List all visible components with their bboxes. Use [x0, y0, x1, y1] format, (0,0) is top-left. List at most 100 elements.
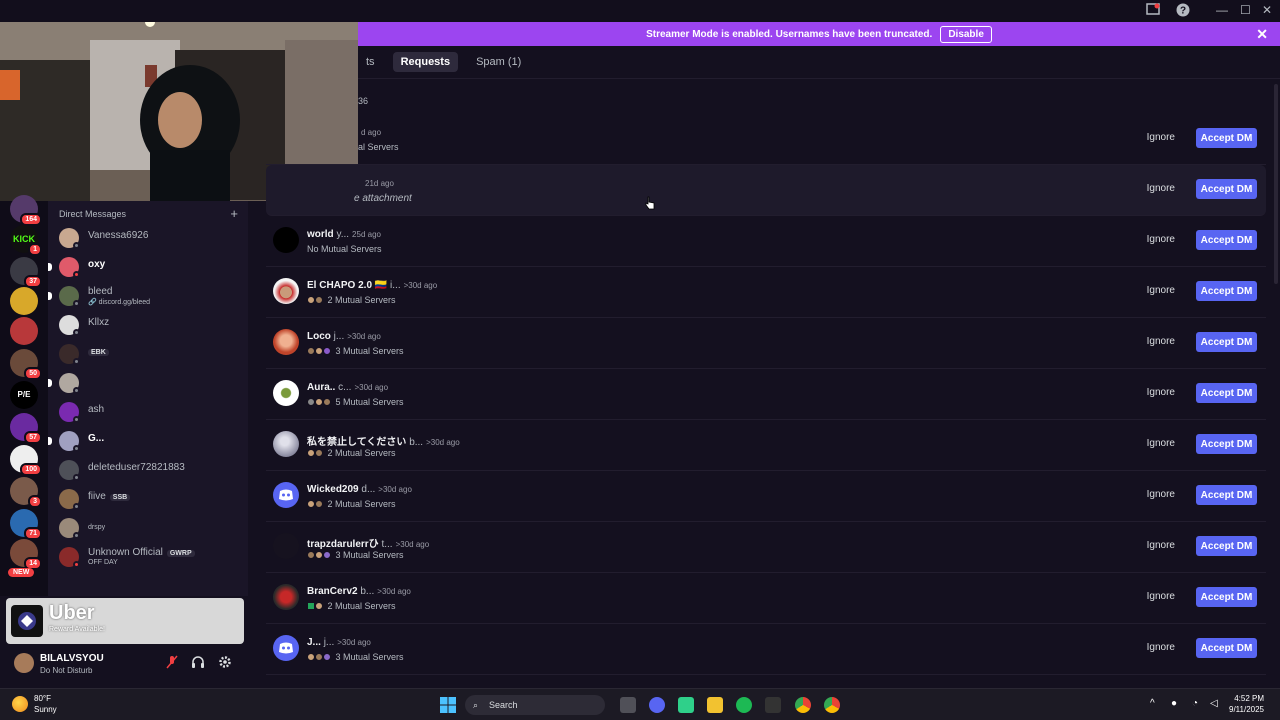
scrollbar[interactable]: [1274, 84, 1278, 284]
settings-gear-icon[interactable]: [217, 655, 233, 671]
request-age: >30d ago: [377, 587, 411, 596]
app-icon[interactable]: [765, 697, 781, 713]
server-icon[interactable]: 3: [10, 477, 42, 508]
request-row[interactable]: Wicked209 d... >30d ago 2 Mutual Servers …: [266, 471, 1266, 522]
spotify-icon[interactable]: [736, 697, 752, 713]
request-row[interactable]: BranCerv2 b... >30d ago 2 Mutual Servers …: [266, 573, 1266, 624]
chevron-up-icon[interactable]: ^: [1150, 698, 1155, 709]
dm-item[interactable]: fiive SSB: [59, 486, 239, 512]
avatar[interactable]: [14, 653, 34, 673]
accept-dm-button[interactable]: Accept DM: [1196, 230, 1257, 250]
ignore-button[interactable]: Ignore: [1140, 179, 1182, 198]
inbox-icon[interactable]: [1146, 3, 1162, 19]
ignore-button[interactable]: Ignore: [1140, 230, 1182, 249]
ignore-button[interactable]: Ignore: [1140, 383, 1182, 402]
dm-item[interactable]: Unknown Official GWRP OFF DAY: [59, 544, 239, 570]
server-icon[interactable]: 37: [10, 257, 42, 288]
dm-item[interactable]: EBK: [59, 341, 239, 367]
accept-dm-button[interactable]: Accept DM: [1196, 281, 1257, 301]
chrome-icon[interactable]: [795, 697, 811, 713]
new-badge: NEW: [8, 568, 35, 577]
dm-item[interactable]: ash: [59, 399, 239, 425]
taskbar-search[interactable]: ⌕ Search: [465, 695, 605, 715]
message-request-tabs: ts Requests Spam (1): [358, 48, 529, 76]
dm-item[interactable]: drspy: [59, 515, 239, 541]
tab-spam[interactable]: Spam (1): [468, 52, 529, 72]
ignore-button[interactable]: Ignore: [1140, 485, 1182, 504]
ignore-button[interactable]: Ignore: [1140, 332, 1182, 351]
accept-dm-button[interactable]: Accept DM: [1196, 383, 1257, 403]
mutual-server-icon: [323, 398, 331, 406]
uber-promo[interactable]: Uber Reward Available!: [6, 598, 244, 644]
server-icon[interactable]: [10, 317, 38, 345]
dm-item[interactable]: deleteduser72821883: [59, 457, 239, 483]
mutual-server-icon: [323, 551, 331, 559]
ignore-button[interactable]: Ignore: [1140, 587, 1182, 606]
weather-sun-icon[interactable]: [12, 696, 28, 712]
accept-dm-button[interactable]: Accept DM: [1196, 332, 1257, 352]
ignore-button[interactable]: Ignore: [1140, 281, 1182, 300]
server-icon[interactable]: [10, 287, 38, 315]
search-label: Search: [489, 700, 518, 710]
server-icon[interactable]: P/E: [10, 381, 38, 409]
accept-dm-button[interactable]: Accept DM: [1196, 128, 1257, 148]
close-window-icon[interactable]: ✕: [1262, 3, 1272, 17]
mic-muted-icon[interactable]: [164, 655, 180, 671]
disable-streamer-mode-button[interactable]: Disable: [940, 25, 992, 43]
server-icon[interactable]: 71: [10, 509, 42, 540]
clock-time: 4:52 PM: [1234, 694, 1264, 703]
server-icon[interactable]: 100: [10, 445, 42, 476]
request-row[interactable]: d ago al Servers Ignore Accept DM: [266, 114, 1266, 165]
request-row[interactable]: Aura.. c... >30d ago 5 Mutual Servers Ign…: [266, 369, 1266, 420]
server-icon[interactable]: 57: [10, 413, 42, 444]
mutual-servers: 5 Mutual Servers: [335, 397, 404, 407]
dm-item[interactable]: bleed 🔗 discord.gg/bleed: [48, 283, 239, 309]
request-row[interactable]: El CHAPO 2.0 🇨🇴 i... >30d ago 2 Mutual Se…: [266, 267, 1266, 318]
server-icon[interactable]: 50: [10, 349, 42, 380]
accept-dm-button[interactable]: Accept DM: [1196, 179, 1257, 199]
accept-dm-button[interactable]: Accept DM: [1196, 485, 1257, 505]
task-view-icon[interactable]: [620, 697, 636, 713]
dm-item[interactable]: Kllxz: [59, 312, 239, 338]
windows-start-icon[interactable]: [440, 697, 456, 713]
chrome-icon[interactable]: [824, 697, 840, 713]
tab-requests[interactable]: Requests: [392, 52, 459, 72]
accept-dm-button[interactable]: Accept DM: [1196, 536, 1257, 556]
request-row[interactable]: 21d ago e attachment Ignore Accept DM: [266, 165, 1266, 216]
close-banner-icon[interactable]: ✕: [1256, 26, 1268, 43]
kick-server-icon[interactable]: KICK 1: [10, 225, 42, 256]
headphones-icon[interactable]: [190, 655, 206, 671]
wifi-icon[interactable]: ◔: [1192, 698, 1198, 709]
app-icon[interactable]: [678, 697, 694, 713]
new-dm-icon[interactable]: +: [230, 206, 238, 221]
discord-app-icon[interactable]: [649, 697, 665, 713]
accept-dm-button[interactable]: Accept DM: [1196, 434, 1257, 454]
request-row[interactable]: world y... 25d ago No Mutual Servers Igno…: [266, 216, 1266, 267]
dm-item[interactable]: oxy: [48, 254, 239, 280]
maximize-icon[interactable]: ☐: [1240, 3, 1251, 17]
request-row[interactable]: J... j... >30d ago 3 Mutual Servers Ignor…: [266, 624, 1266, 675]
mutual-server-icon: [315, 449, 323, 457]
dm-item[interactable]: [48, 370, 239, 396]
dm-name: G...: [88, 433, 105, 444]
minimize-icon[interactable]: —: [1216, 3, 1228, 17]
ignore-button[interactable]: Ignore: [1140, 536, 1182, 555]
banner-message: Streamer Mode is enabled. Usernames have…: [646, 28, 933, 40]
volume-icon[interactable]: ◁: [1210, 698, 1218, 709]
dm-item[interactable]: Vanessa6926: [59, 225, 239, 251]
dm-item[interactable]: G...: [48, 428, 239, 454]
request-row[interactable]: Loco j... >30d ago 3 Mutual Servers Ignor…: [266, 318, 1266, 369]
help-icon[interactable]: ?: [1176, 3, 1192, 19]
ignore-button[interactable]: Ignore: [1140, 434, 1182, 453]
request-row[interactable]: trapzdarulerrひ t... >30d ago 3 Mutual Ser…: [266, 522, 1266, 573]
server-icon[interactable]: 164: [10, 195, 42, 226]
accept-dm-button[interactable]: Accept DM: [1196, 638, 1257, 658]
tab-partial[interactable]: ts: [358, 52, 383, 72]
request-row[interactable]: 私を禁止してください b... >30d ago 2 Mutual Servers…: [266, 420, 1266, 471]
ignore-button[interactable]: Ignore: [1140, 638, 1182, 657]
microphone-icon[interactable]: ●: [1171, 698, 1177, 709]
server-icon[interactable]: 14: [10, 539, 42, 570]
ignore-button[interactable]: Ignore: [1140, 128, 1182, 147]
accept-dm-button[interactable]: Accept DM: [1196, 587, 1257, 607]
file-explorer-icon[interactable]: [707, 697, 723, 713]
